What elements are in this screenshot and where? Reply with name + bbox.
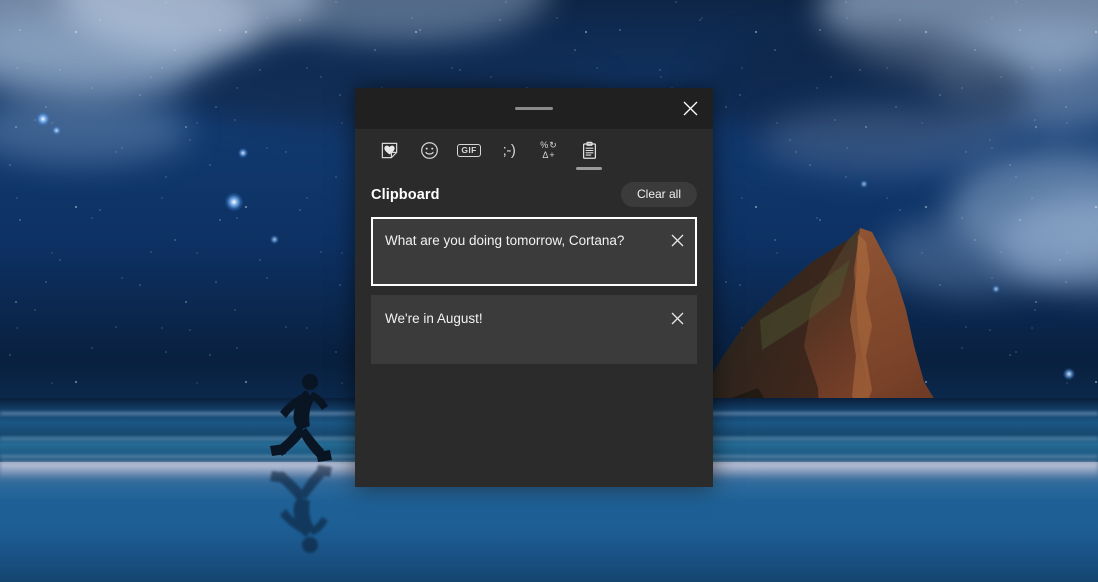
symbols-icon: %↻ Δ+ bbox=[540, 141, 558, 160]
clipboard-item-text: We're in August! bbox=[385, 311, 651, 326]
clipboard-panel: GIF ;-) %↻ Δ+ bbox=[355, 88, 713, 487]
drag-handle-icon[interactable] bbox=[515, 107, 553, 110]
desktop: GIF ;-) %↻ Δ+ bbox=[0, 0, 1098, 582]
tab-recently-used[interactable] bbox=[369, 129, 409, 172]
tab-kaomoji[interactable]: ;-) bbox=[489, 129, 529, 172]
clipboard-icon bbox=[580, 141, 599, 160]
close-icon bbox=[671, 234, 684, 247]
kaomoji-icon: ;-) bbox=[503, 142, 516, 159]
tab-symbols[interactable]: %↻ Δ+ bbox=[529, 129, 569, 172]
tab-emoji[interactable] bbox=[409, 129, 449, 172]
clipboard-section-header: Clipboard Clear all bbox=[355, 172, 713, 215]
runner-reflection bbox=[258, 462, 348, 557]
delete-clipboard-item-button[interactable] bbox=[663, 304, 691, 332]
page-title: Clipboard bbox=[371, 187, 440, 203]
panel-titlebar[interactable] bbox=[355, 88, 713, 129]
clipboard-item[interactable]: We're in August! bbox=[371, 295, 697, 364]
bright-star-1 bbox=[36, 112, 50, 126]
close-panel-button[interactable] bbox=[667, 88, 713, 129]
gif-icon: GIF bbox=[457, 144, 480, 157]
panel-tab-strip: GIF ;-) %↻ Δ+ bbox=[355, 129, 713, 172]
clear-all-button[interactable]: Clear all bbox=[621, 182, 697, 207]
symbol-plus: + bbox=[549, 150, 555, 160]
runner-silhouette bbox=[258, 370, 348, 465]
bright-star-3 bbox=[225, 193, 243, 211]
bright-star-5 bbox=[270, 235, 279, 244]
clipboard-item-text: What are you doing tomorrow, Cortana? bbox=[385, 233, 649, 248]
bright-star-4 bbox=[238, 148, 248, 158]
close-icon bbox=[683, 101, 698, 116]
clipboard-item[interactable]: What are you doing tomorrow, Cortana? bbox=[371, 217, 697, 286]
close-icon bbox=[671, 312, 684, 325]
tab-gif[interactable]: GIF bbox=[449, 129, 489, 172]
clipboard-item-list: What are you doing tomorrow, Cortana? We… bbox=[355, 215, 713, 364]
smiley-face-icon bbox=[420, 141, 439, 160]
runner-silhouette-group bbox=[258, 370, 348, 570]
delete-clipboard-item-button[interactable] bbox=[663, 226, 691, 254]
tab-underline bbox=[576, 167, 602, 170]
symbol-repeat: ↻ bbox=[549, 140, 558, 150]
bright-star-2 bbox=[52, 126, 61, 135]
tab-clipboard[interactable] bbox=[569, 129, 609, 172]
sticker-heart-icon bbox=[380, 141, 399, 160]
symbol-percent: % bbox=[540, 140, 549, 150]
